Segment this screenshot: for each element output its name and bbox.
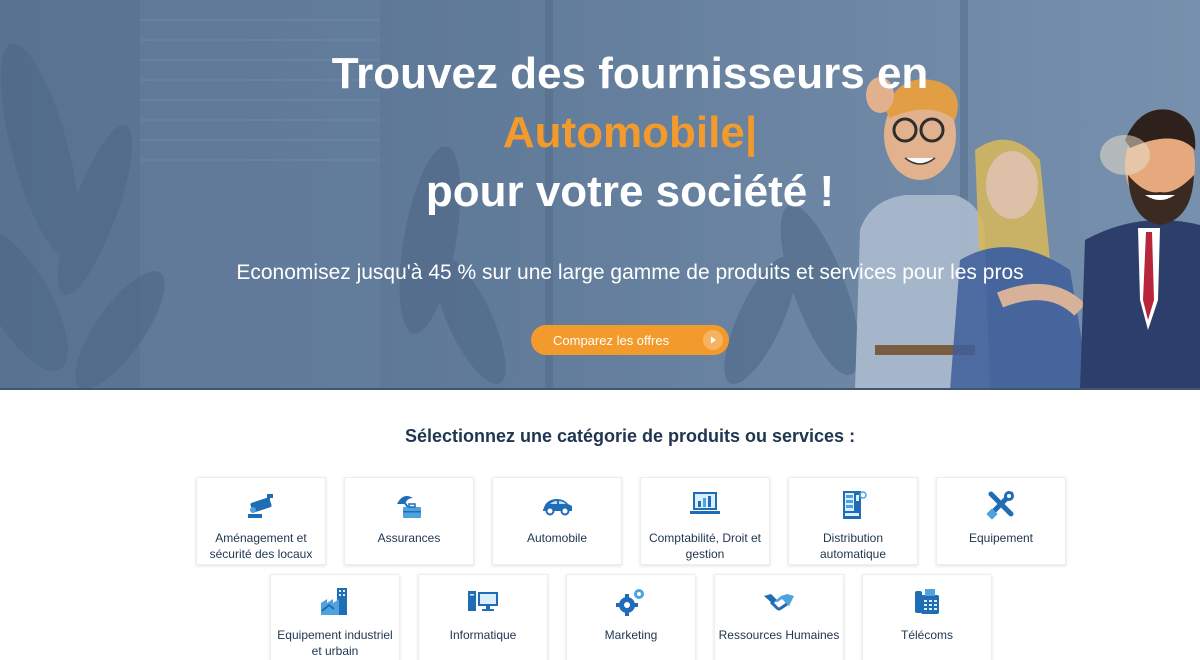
laptop-chart-icon xyxy=(690,492,720,514)
category-label: Ressources Humaines xyxy=(718,628,840,642)
compare-offers-button[interactable]: Comparez les offres xyxy=(531,325,729,355)
hero-banner: Trouvez des fournisseurs en Automobile| … xyxy=(0,0,1200,390)
hero-content: Trouvez des fournisseurs en Automobile| … xyxy=(0,0,1200,388)
category-comptabilite-droit-gestion[interactable]: Comptabilité, Droit et gestion xyxy=(640,477,770,565)
typing-caret: | xyxy=(744,108,758,157)
play-arrow-icon xyxy=(703,330,723,350)
category-amenagement-securite[interactable]: Aménagement et sécurité des locaux xyxy=(196,477,326,565)
hero-title-highlight-line: Automobile| xyxy=(0,104,1200,162)
category-informatique[interactable]: Informatique xyxy=(418,574,548,660)
hero-title-line3: pour votre société ! xyxy=(425,167,835,216)
computer-icon xyxy=(468,591,498,611)
category-label: Aménagement et sécurité des locaux xyxy=(209,531,313,561)
category-label: Assurances xyxy=(377,531,441,545)
car-icon xyxy=(543,499,572,516)
category-equipement[interactable]: Equipement xyxy=(936,477,1066,565)
gears-icon xyxy=(616,589,644,616)
handshake-icon xyxy=(764,594,794,611)
category-label: Informatique xyxy=(449,628,517,642)
hero-title-highlight: Automobile xyxy=(502,108,745,157)
category-label: Marketing xyxy=(604,628,658,642)
security-camera-icon xyxy=(248,494,273,518)
category-label: Télécoms xyxy=(900,628,953,642)
hero-title-line1: Trouvez des fournisseurs en xyxy=(331,49,929,98)
category-label: Automobile xyxy=(526,531,588,545)
tools-icon xyxy=(986,491,1014,520)
category-label: Distribution automatique xyxy=(819,531,887,561)
category-assurances[interactable]: Assurances xyxy=(344,477,474,565)
hero-subtitle: Economisez jusqu'à 45 % sur une large ga… xyxy=(236,261,1024,284)
vending-machine-icon xyxy=(843,491,867,519)
category-label: Equipement xyxy=(968,531,1034,545)
category-automobile[interactable]: Automobile xyxy=(492,477,622,565)
factory-icon xyxy=(321,588,347,615)
category-equipement-industriel-urbain[interactable]: Equipement industriel et urbain xyxy=(270,574,400,660)
categories-title: Sélectionnez une catégorie de produits o… xyxy=(404,426,856,446)
category-telecoms[interactable]: Télécoms xyxy=(862,574,992,660)
category-distribution-automatique[interactable]: Distribution automatique xyxy=(788,477,918,565)
compare-offers-label: Comparez les offres xyxy=(553,332,670,348)
category-ressources-humaines[interactable]: Ressources Humaines xyxy=(714,574,844,660)
category-marketing[interactable]: Marketing xyxy=(566,574,696,660)
fax-phone-icon xyxy=(915,589,939,614)
category-label: Equipement industriel et urbain xyxy=(277,628,393,658)
umbrella-briefcase-icon xyxy=(397,496,421,518)
category-label: Comptabilité, Droit et gestion xyxy=(648,531,762,561)
